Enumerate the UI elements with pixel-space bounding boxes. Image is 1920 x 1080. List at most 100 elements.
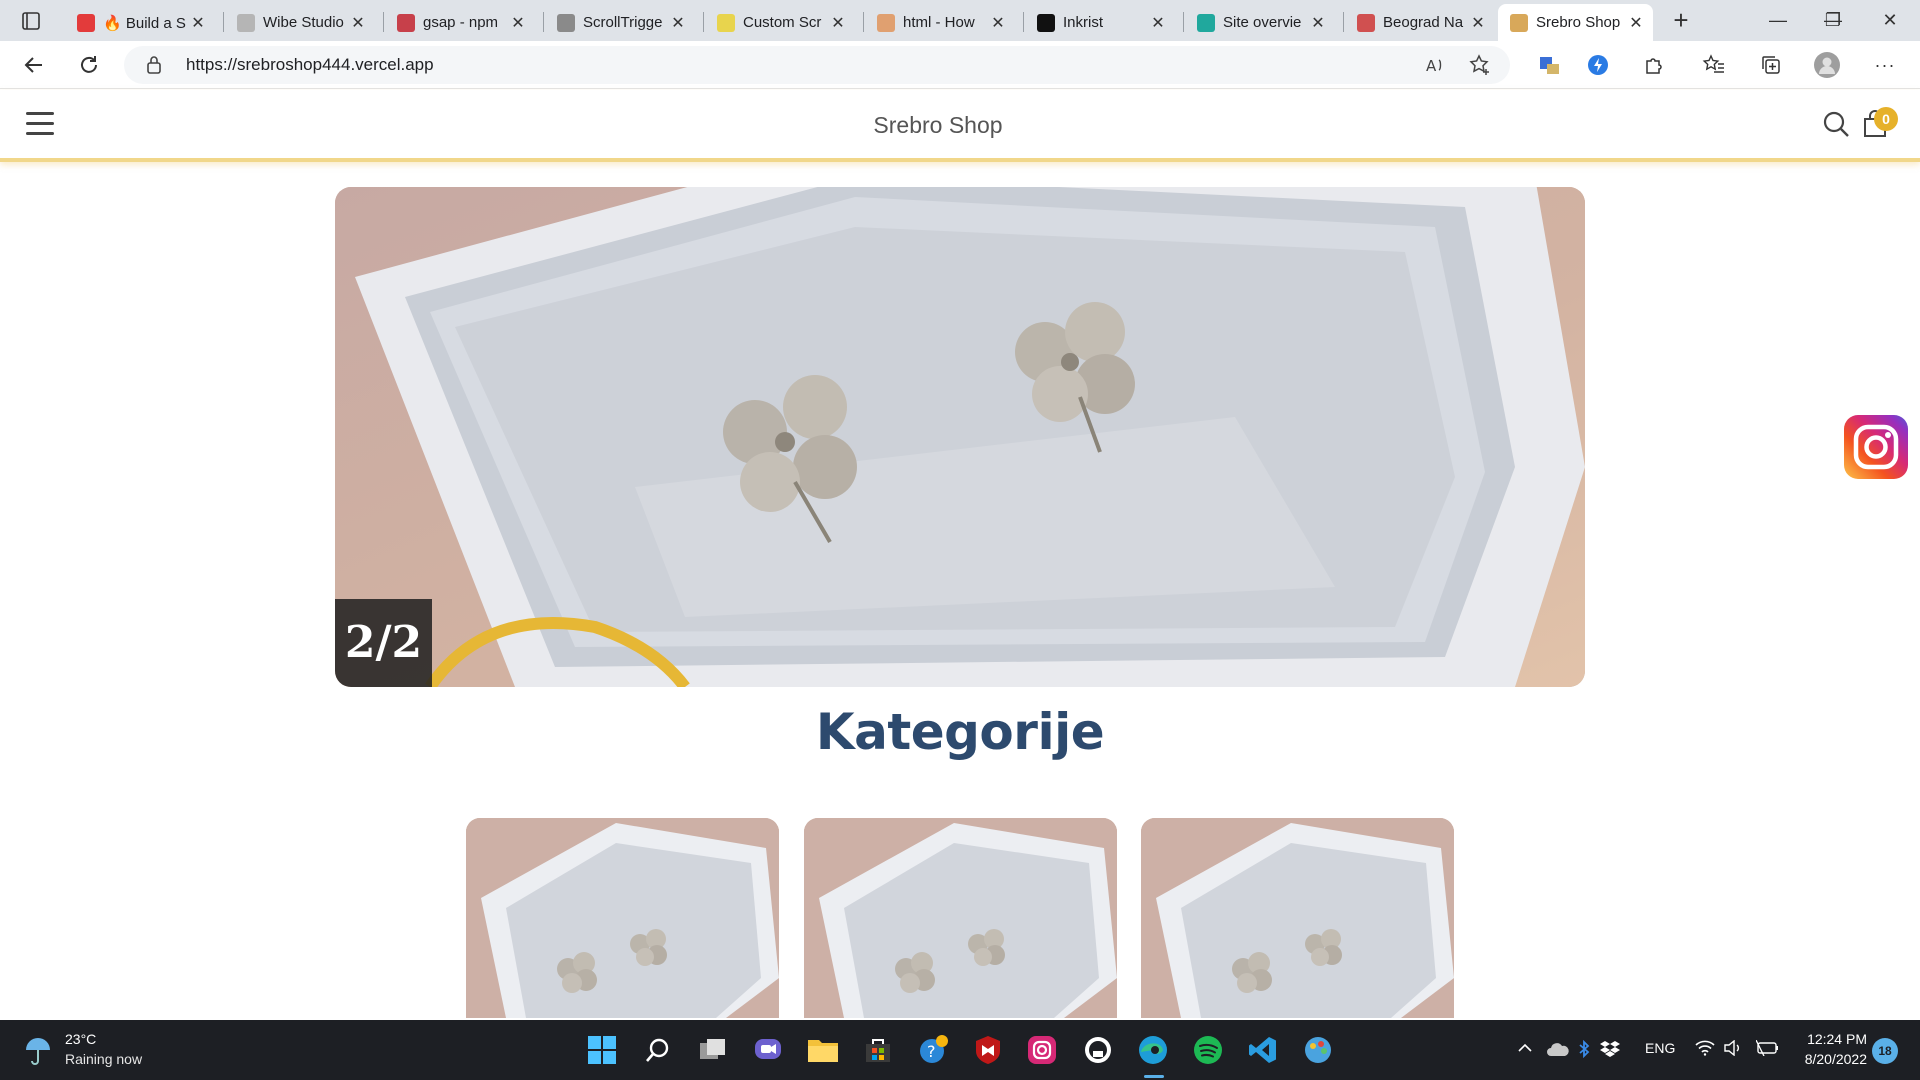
browser-tab-strip: 🔥 Build a S ✕ Wibe Studio ✕ gsap - npm ✕ Scrol… <box>0 0 1920 41</box>
onedrive-cloud-icon[interactable] <box>1546 1040 1570 1061</box>
search-icon[interactable] <box>1822 110 1850 138</box>
site-title[interactable]: Srebro Shop <box>0 112 1876 139</box>
browser-tab[interactable]: 🔥 Build a S ✕ <box>65 4 215 41</box>
tab-title: Beograd Na <box>1383 14 1464 31</box>
tab-close-icon[interactable]: ✕ <box>1309 13 1327 33</box>
tab-actions-icon[interactable] <box>16 8 44 34</box>
windows-taskbar: 23°C Raining now ? ENG 12:24 PM 8/20/202… <box>0 1020 1920 1080</box>
tab-close-icon[interactable]: ✕ <box>1627 13 1645 33</box>
edge-browser-icon[interactable] <box>1135 1032 1171 1068</box>
browser-tab[interactable]: Wibe Studio ✕ <box>225 4 375 41</box>
weather-temperature[interactable]: 23°C <box>65 1031 96 1047</box>
url-text[interactable]: https://srebroshop444.vercel.app <box>186 55 434 75</box>
battery-charging-icon[interactable] <box>1755 1039 1780 1059</box>
wifi-icon[interactable] <box>1695 1040 1715 1059</box>
category-card[interactable] <box>1141 818 1454 1018</box>
dropbox-icon[interactable] <box>1600 1040 1620 1061</box>
site-header: Srebro Shop <box>0 90 1920 162</box>
tab-title: Site overvie <box>1223 14 1302 31</box>
weather-rain-icon[interactable] <box>20 1032 56 1068</box>
tab-title: 🔥 Build a S <box>103 14 186 32</box>
input-language[interactable]: ENG <box>1645 1040 1675 1056</box>
tab-separator <box>1343 12 1344 32</box>
task-view-icon[interactable] <box>695 1032 731 1068</box>
tab-close-icon[interactable]: ✕ <box>669 13 687 33</box>
close-window-button[interactable]: ✕ <box>1870 6 1910 34</box>
profile-avatar-icon[interactable] <box>1813 51 1841 79</box>
tab-separator <box>1183 12 1184 32</box>
weather-description[interactable]: Raining now <box>65 1051 142 1067</box>
extension-icon[interactable] <box>1535 51 1563 79</box>
browser-toolbar: https://srebroshop444.vercel.app A ··· <box>0 41 1920 89</box>
restore-window-button[interactable]: ❐ <box>1813 6 1853 34</box>
back-icon[interactable] <box>20 51 48 79</box>
tab-close-icon[interactable]: ✕ <box>349 13 367 33</box>
tab-close-icon[interactable]: ✕ <box>1469 13 1487 33</box>
tab-title: Custom Scr <box>743 14 822 31</box>
notifications-badge[interactable]: 18 <box>1872 1038 1898 1064</box>
get-help-icon[interactable]: ? <box>915 1032 951 1068</box>
npm-icon <box>397 13 415 32</box>
gsap-icon <box>557 13 575 32</box>
hero-slider-image[interactable]: 2/2 <box>335 187 1585 687</box>
shop-icon <box>1510 13 1528 32</box>
browser-tab[interactable]: Custom Scr ✕ <box>705 4 855 41</box>
earrings-in-box-photo <box>335 187 1585 687</box>
tab-title: ScrollTrigge <box>583 14 663 31</box>
clock-time[interactable]: 12:24 PM <box>1805 1031 1867 1047</box>
collections-icon[interactable] <box>1757 51 1785 79</box>
search-taskbar-icon[interactable] <box>640 1032 676 1068</box>
refresh-icon[interactable] <box>75 51 103 79</box>
windows-start-icon[interactable] <box>584 1032 620 1068</box>
browser-tab[interactable]: Inkrist ✕ <box>1025 4 1175 41</box>
file-explorer-icon[interactable] <box>805 1032 841 1068</box>
js-icon <box>717 13 735 32</box>
tab-title: html - How <box>903 14 975 31</box>
tab-close-icon[interactable]: ✕ <box>989 13 1007 33</box>
add-favorite-icon[interactable] <box>1466 51 1494 79</box>
tab-close-icon[interactable]: ✕ <box>509 13 527 33</box>
instagram-taskbar-icon[interactable] <box>1024 1032 1060 1068</box>
minimize-window-button[interactable]: — <box>1758 6 1798 34</box>
extensions-puzzle-icon[interactable] <box>1640 51 1668 79</box>
mcafee-icon[interactable] <box>970 1032 1006 1068</box>
browser-tab[interactable]: ScrollTrigge ✕ <box>545 4 695 41</box>
address-bar[interactable]: https://srebroshop444.vercel.app <box>124 46 1510 84</box>
tab-title: Srebro Shop <box>1536 14 1621 31</box>
new-tab-button[interactable]: + <box>1666 6 1696 36</box>
browser-tab[interactable]: Srebro Shop ✕ <box>1498 4 1653 41</box>
browser-tab[interactable]: html - How ✕ <box>865 4 1015 41</box>
vscode-icon[interactable] <box>1245 1032 1281 1068</box>
star-icon <box>237 13 255 32</box>
microsoft-store-icon[interactable] <box>860 1032 896 1068</box>
category-card[interactable] <box>466 818 779 1018</box>
read-aloud-icon[interactable]: A <box>1421 51 1449 79</box>
tab-close-icon[interactable]: ✕ <box>189 13 207 33</box>
tab-title: gsap - npm <box>423 14 499 31</box>
lock-icon[interactable] <box>146 55 162 80</box>
browser-tab[interactable]: Site overvie ✕ <box>1185 4 1335 41</box>
tab-close-icon[interactable]: ✕ <box>1149 13 1167 33</box>
instagram-icon[interactable] <box>1844 415 1908 479</box>
show-hidden-icons-icon[interactable] <box>1517 1040 1533 1061</box>
volume-icon[interactable] <box>1723 1039 1743 1059</box>
city-icon <box>1357 13 1375 32</box>
tab-close-icon[interactable]: ✕ <box>829 13 847 33</box>
spotify-icon[interactable] <box>1190 1032 1226 1068</box>
category-earrings-photo <box>466 818 779 1018</box>
category-card[interactable] <box>804 818 1117 1018</box>
category-earrings-photo <box>1141 818 1454 1018</box>
browser-tab[interactable]: Beograd Na ✕ <box>1345 4 1495 41</box>
browser-tab[interactable]: gsap - npm ✕ <box>385 4 535 41</box>
favorites-icon[interactable] <box>1700 51 1728 79</box>
teams-chat-icon[interactable] <box>750 1032 786 1068</box>
active-app-indicator <box>1144 1075 1164 1078</box>
tab-title: Inkrist <box>1063 14 1104 31</box>
paint-app-icon[interactable] <box>1300 1032 1336 1068</box>
clock-date[interactable]: 8/20/2022 <box>1790 1051 1867 1067</box>
github-desktop-icon[interactable] <box>1080 1032 1116 1068</box>
bluetooth-icon[interactable] <box>1577 1039 1591 1061</box>
settings-more-button[interactable]: ··· <box>1871 51 1899 79</box>
vpn-extension-icon[interactable] <box>1584 51 1612 79</box>
tab-title: Wibe Studio <box>263 14 344 31</box>
